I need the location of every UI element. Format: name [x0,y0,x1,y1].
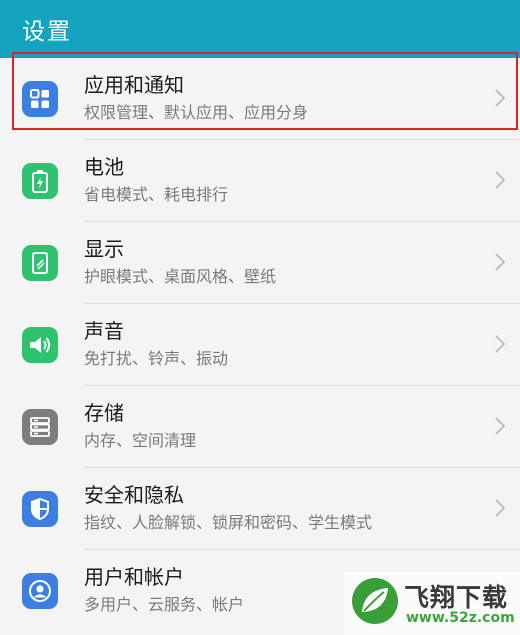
watermark-name: 飞翔下载 [404,583,509,612]
chevron-right-icon [495,253,506,271]
app-header: 设置 [0,0,520,58]
storage-icon [22,409,58,445]
settings-item-description: 内存、空间清理 [84,431,197,450]
settings-item-label: 声音 [84,319,124,343]
settings-item-description: 护眼模式、桌面风格、壁纸 [84,267,277,286]
settings-item-description: 省电模式、耗电排行 [84,185,229,204]
shield-icon [22,491,58,527]
settings-item-description: 权限管理、默认应用、应用分身 [84,103,309,122]
settings-item-label: 显示 [84,237,124,261]
settings-list: 应用和通知 权限管理、默认应用、应用分身 电池 省电模式、耗电排行 显示 护眼模… [0,58,520,632]
chevron-right-icon [495,89,506,107]
user-icon [22,573,58,609]
chevron-right-icon [495,417,506,435]
watermark: 飞翔下载 www.52z.com [344,572,520,635]
settings-item-label: 用户和帐户 [84,565,184,589]
settings-item-label: 应用和通知 [84,73,184,97]
settings-item-security-privacy[interactable]: 安全和隐私 指纹、人脸解锁、锁屏和密码、学生模式 [0,468,520,550]
settings-item-label: 存储 [84,401,124,425]
display-icon [22,245,58,281]
settings-item-storage[interactable]: 存储 内存、空间清理 [0,386,520,468]
settings-item-label: 安全和隐私 [84,483,184,507]
leaf-logo-icon [352,578,398,624]
settings-item-description: 免打扰、铃声、振动 [84,349,229,368]
speaker-icon [22,327,58,363]
battery-icon [22,163,58,199]
apps-grid-icon [22,81,58,117]
chevron-right-icon [495,171,506,189]
watermark-url: www.52z.com [406,610,515,626]
settings-item-label: 电池 [84,155,124,179]
chevron-right-icon [495,335,506,353]
settings-item-description: 指纹、人脸解锁、锁屏和密码、学生模式 [84,513,373,532]
chevron-right-icon [495,499,506,517]
settings-item-apps-notifications[interactable]: 应用和通知 权限管理、默认应用、应用分身 [0,58,520,140]
settings-item-description: 多用户、云服务、帐户 [84,595,245,614]
settings-item-battery[interactable]: 电池 省电模式、耗电排行 [0,140,520,222]
settings-item-display[interactable]: 显示 护眼模式、桌面风格、壁纸 [0,222,520,304]
settings-item-sound[interactable]: 声音 免打扰、铃声、振动 [0,304,520,386]
page-title: 设置 [22,19,72,45]
